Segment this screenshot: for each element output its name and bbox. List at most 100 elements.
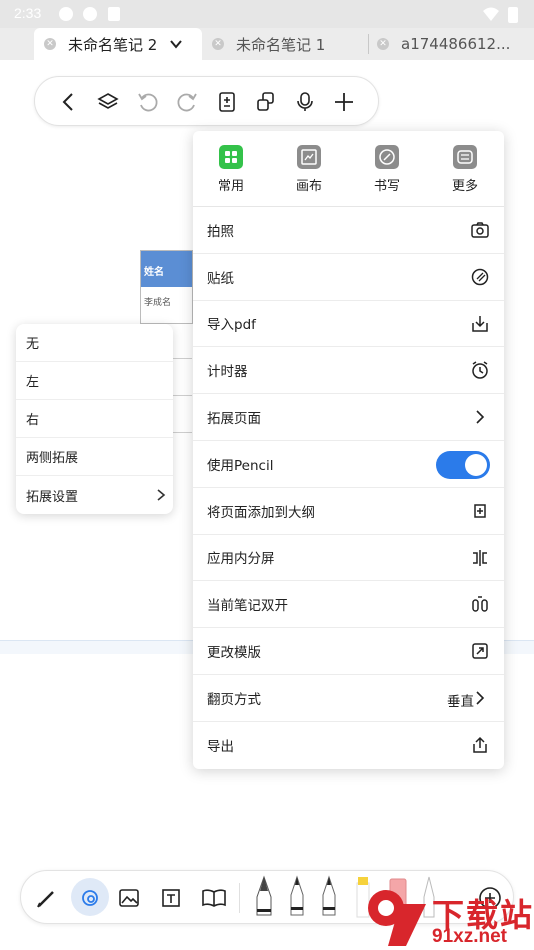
table-cell: 李成名 xyxy=(144,298,172,308)
marker-icon[interactable] xyxy=(319,875,339,921)
tab-note-1[interactable]: ✕ 未命名笔记 1 xyxy=(212,28,362,60)
category-label: 书写 xyxy=(373,179,400,194)
menu-item-label: 左 xyxy=(26,375,40,390)
category-canvas[interactable]: 画布 xyxy=(279,145,339,194)
toolbar-divider xyxy=(239,883,240,913)
back-icon[interactable] xyxy=(57,90,81,114)
menu-item-take-photo[interactable]: 拍照 xyxy=(193,207,504,254)
chevron-down-icon[interactable] xyxy=(169,37,183,51)
table-header-cell: 姓名 xyxy=(141,251,192,287)
layers-icon[interactable] xyxy=(96,90,120,114)
category-tabs: 常用 画布 书写 更多 xyxy=(193,131,504,207)
import-icon xyxy=(472,315,488,332)
tab-note-2[interactable]: ✕ 未命名笔记 2 xyxy=(34,28,202,60)
redo-icon[interactable] xyxy=(175,90,199,114)
menu-item-label: 导入pdf xyxy=(207,317,256,334)
category-label: 更多 xyxy=(451,179,478,194)
chevron-right-icon xyxy=(476,410,485,424)
outline-add-icon xyxy=(474,504,486,518)
menu-item-extend-page[interactable]: 拓展页面 xyxy=(193,394,504,441)
watermark-logo-icon xyxy=(368,890,426,946)
menu-item-export[interactable]: 导出 xyxy=(193,722,504,769)
lasso-tool[interactable] xyxy=(71,878,109,916)
toggle-knob xyxy=(465,453,487,476)
image-icon[interactable] xyxy=(117,886,141,910)
status-bar: 2:33 xyxy=(0,0,534,28)
menu-item-label: 无 xyxy=(26,337,40,352)
battery-icon xyxy=(508,7,518,23)
menu-item-label: 右 xyxy=(26,413,40,428)
menu-item-label: 拍照 xyxy=(207,223,234,240)
top-toolbar xyxy=(34,76,379,126)
extend-option-none[interactable]: 无 xyxy=(16,324,173,362)
wifi-icon xyxy=(483,7,499,21)
add-icon[interactable] xyxy=(332,90,356,114)
pen-icon xyxy=(375,145,399,169)
notification-icon xyxy=(83,7,97,21)
book-icon[interactable] xyxy=(201,886,227,910)
menu-item-dual-open[interactable]: 当前笔记双开 xyxy=(193,581,504,629)
menu-item-label: 拓展页面 xyxy=(207,411,261,428)
sticker-icon xyxy=(471,268,489,286)
pencil-icon[interactable] xyxy=(35,886,59,910)
page-number-icon[interactable] xyxy=(215,90,239,114)
menu-item-label: 导出 xyxy=(207,739,234,756)
close-tab-icon[interactable]: ✕ xyxy=(212,38,224,50)
menu-item-label: 使用Pencil xyxy=(207,457,274,474)
canvas-table: 姓名 李成名 xyxy=(140,250,193,324)
watermark-logo: 下载站 91xz.net xyxy=(360,884,534,950)
menu-item-label: 将页面添加到大纲 xyxy=(207,504,315,521)
menu-item-label: 翻页方式 xyxy=(207,691,261,708)
chevron-right-icon xyxy=(157,489,166,501)
tab-file[interactable]: ✕ a174486612... xyxy=(377,28,527,60)
split-screen-icon xyxy=(473,549,487,566)
sliders-icon xyxy=(453,145,477,169)
extend-settings[interactable]: 拓展设置 xyxy=(16,476,173,514)
camera-icon xyxy=(471,222,489,238)
tab-separator xyxy=(368,34,369,54)
tab-bar: ✕ 未命名笔记 2 ✕ 未命名笔记 1 ✕ a174486612... xyxy=(0,28,534,60)
menu-item-sticker[interactable]: 贴纸 xyxy=(193,254,504,301)
canvas-icon xyxy=(297,145,321,169)
menu-item-timer[interactable]: 计时器 xyxy=(193,347,504,395)
grid-icon xyxy=(219,145,243,169)
table-line xyxy=(172,395,192,396)
menu-item-import-pdf[interactable]: 导入pdf xyxy=(193,301,504,348)
a-icon xyxy=(108,7,120,21)
pen-icon[interactable] xyxy=(287,875,307,921)
lasso-icon xyxy=(82,890,98,906)
use-pencil-toggle[interactable] xyxy=(436,450,490,479)
template-icon xyxy=(472,643,488,659)
menu-item-label: 计时器 xyxy=(207,364,248,381)
fountain-pen-icon[interactable] xyxy=(253,875,275,921)
menu-item-label: 拓展设置 xyxy=(26,489,79,505)
extend-option-left[interactable]: 左 xyxy=(16,362,173,400)
menu-item-change-template[interactable]: 更改模版 xyxy=(193,628,504,675)
close-tab-icon[interactable]: ✕ xyxy=(44,38,56,50)
text-box-icon[interactable] xyxy=(159,886,183,910)
notification-icon xyxy=(59,7,73,21)
tab-label: 未命名笔记 1 xyxy=(236,35,326,54)
menu-item-split-screen[interactable]: 应用内分屏 xyxy=(193,535,504,582)
category-common[interactable]: 常用 xyxy=(201,145,261,194)
close-tab-icon[interactable]: ✕ xyxy=(377,38,389,50)
menu-item-label: 当前笔记双开 xyxy=(207,598,288,615)
menu-item-use-pencil: 使用Pencil xyxy=(193,441,504,488)
category-writing[interactable]: 书写 xyxy=(357,145,417,194)
category-more[interactable]: 更多 xyxy=(435,145,495,194)
menu-item-add-to-outline[interactable]: 将页面添加到大纲 xyxy=(193,488,504,535)
menu-item-label: 更改模版 xyxy=(207,645,261,662)
alarm-icon xyxy=(472,361,488,380)
status-time: 2:33 xyxy=(14,5,42,21)
table-line xyxy=(172,358,192,359)
extend-option-right[interactable]: 右 xyxy=(16,400,173,438)
watermark-url: 91xz.net xyxy=(432,926,507,947)
category-label: 常用 xyxy=(217,179,244,194)
undo-icon[interactable] xyxy=(136,90,160,114)
extend-option-both-sides[interactable]: 两侧拓展 xyxy=(16,438,173,476)
microphone-icon[interactable] xyxy=(293,90,317,114)
duplicate-icon[interactable] xyxy=(254,90,278,114)
share-icon xyxy=(473,736,487,753)
menu-item-page-flip[interactable]: 翻页方式 垂直 xyxy=(193,675,504,722)
more-options-menu: 常用 画布 书写 更多 拍照 贴纸 导入pdf 计时器 拓展页面 使用Penci… xyxy=(193,131,504,769)
